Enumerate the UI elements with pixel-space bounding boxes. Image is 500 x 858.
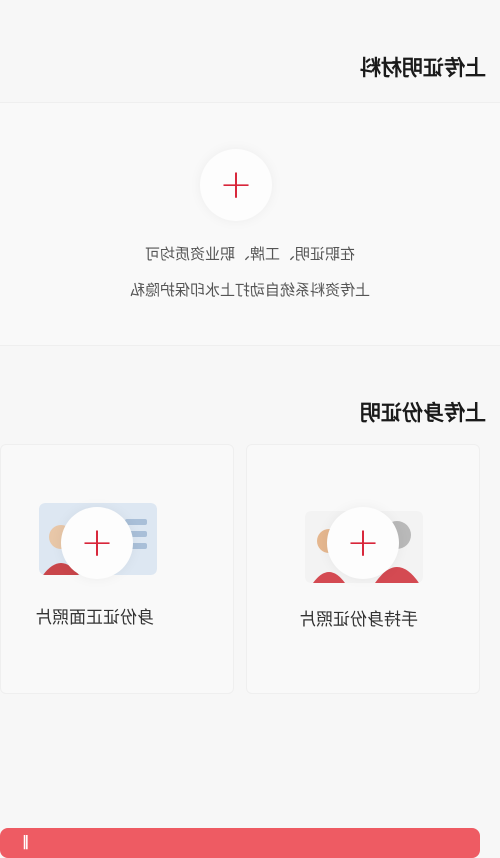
id-front-upload-button[interactable]: + xyxy=(61,507,133,579)
plus-icon: + xyxy=(80,520,114,566)
id-hold-label: 手持身份证照片 xyxy=(299,610,418,630)
plus-icon: + xyxy=(219,162,253,208)
id-hold-upload-card[interactable]: + 手持身份证照片 xyxy=(246,444,480,694)
materials-hint-line1: 在职证明、工牌、职业资质均可 xyxy=(144,245,355,263)
id-hold-upload-button[interactable]: + xyxy=(327,507,399,579)
materials-hint-line2: 上传资料系统自动打上水印保护隐私 xyxy=(129,281,370,299)
materials-upload-card[interactable]: + 在职证明、工牌、职业资质均可 上传资料系统自动打上水印保护隐私 xyxy=(0,102,500,346)
materials-upload-button[interactable]: + xyxy=(200,149,272,221)
materials-section-title: 上传证明材料 xyxy=(360,56,486,80)
id-section-title: 上传身份证明 xyxy=(360,401,486,425)
plus-icon: + xyxy=(346,520,380,566)
id-front-label: 身份证正面照片 xyxy=(35,608,154,628)
submit-button[interactable]: ‖ xyxy=(0,828,480,858)
id-front-upload-card[interactable]: + 身份证正面照片 xyxy=(0,444,234,694)
submit-button-icon: ‖ xyxy=(22,834,29,850)
